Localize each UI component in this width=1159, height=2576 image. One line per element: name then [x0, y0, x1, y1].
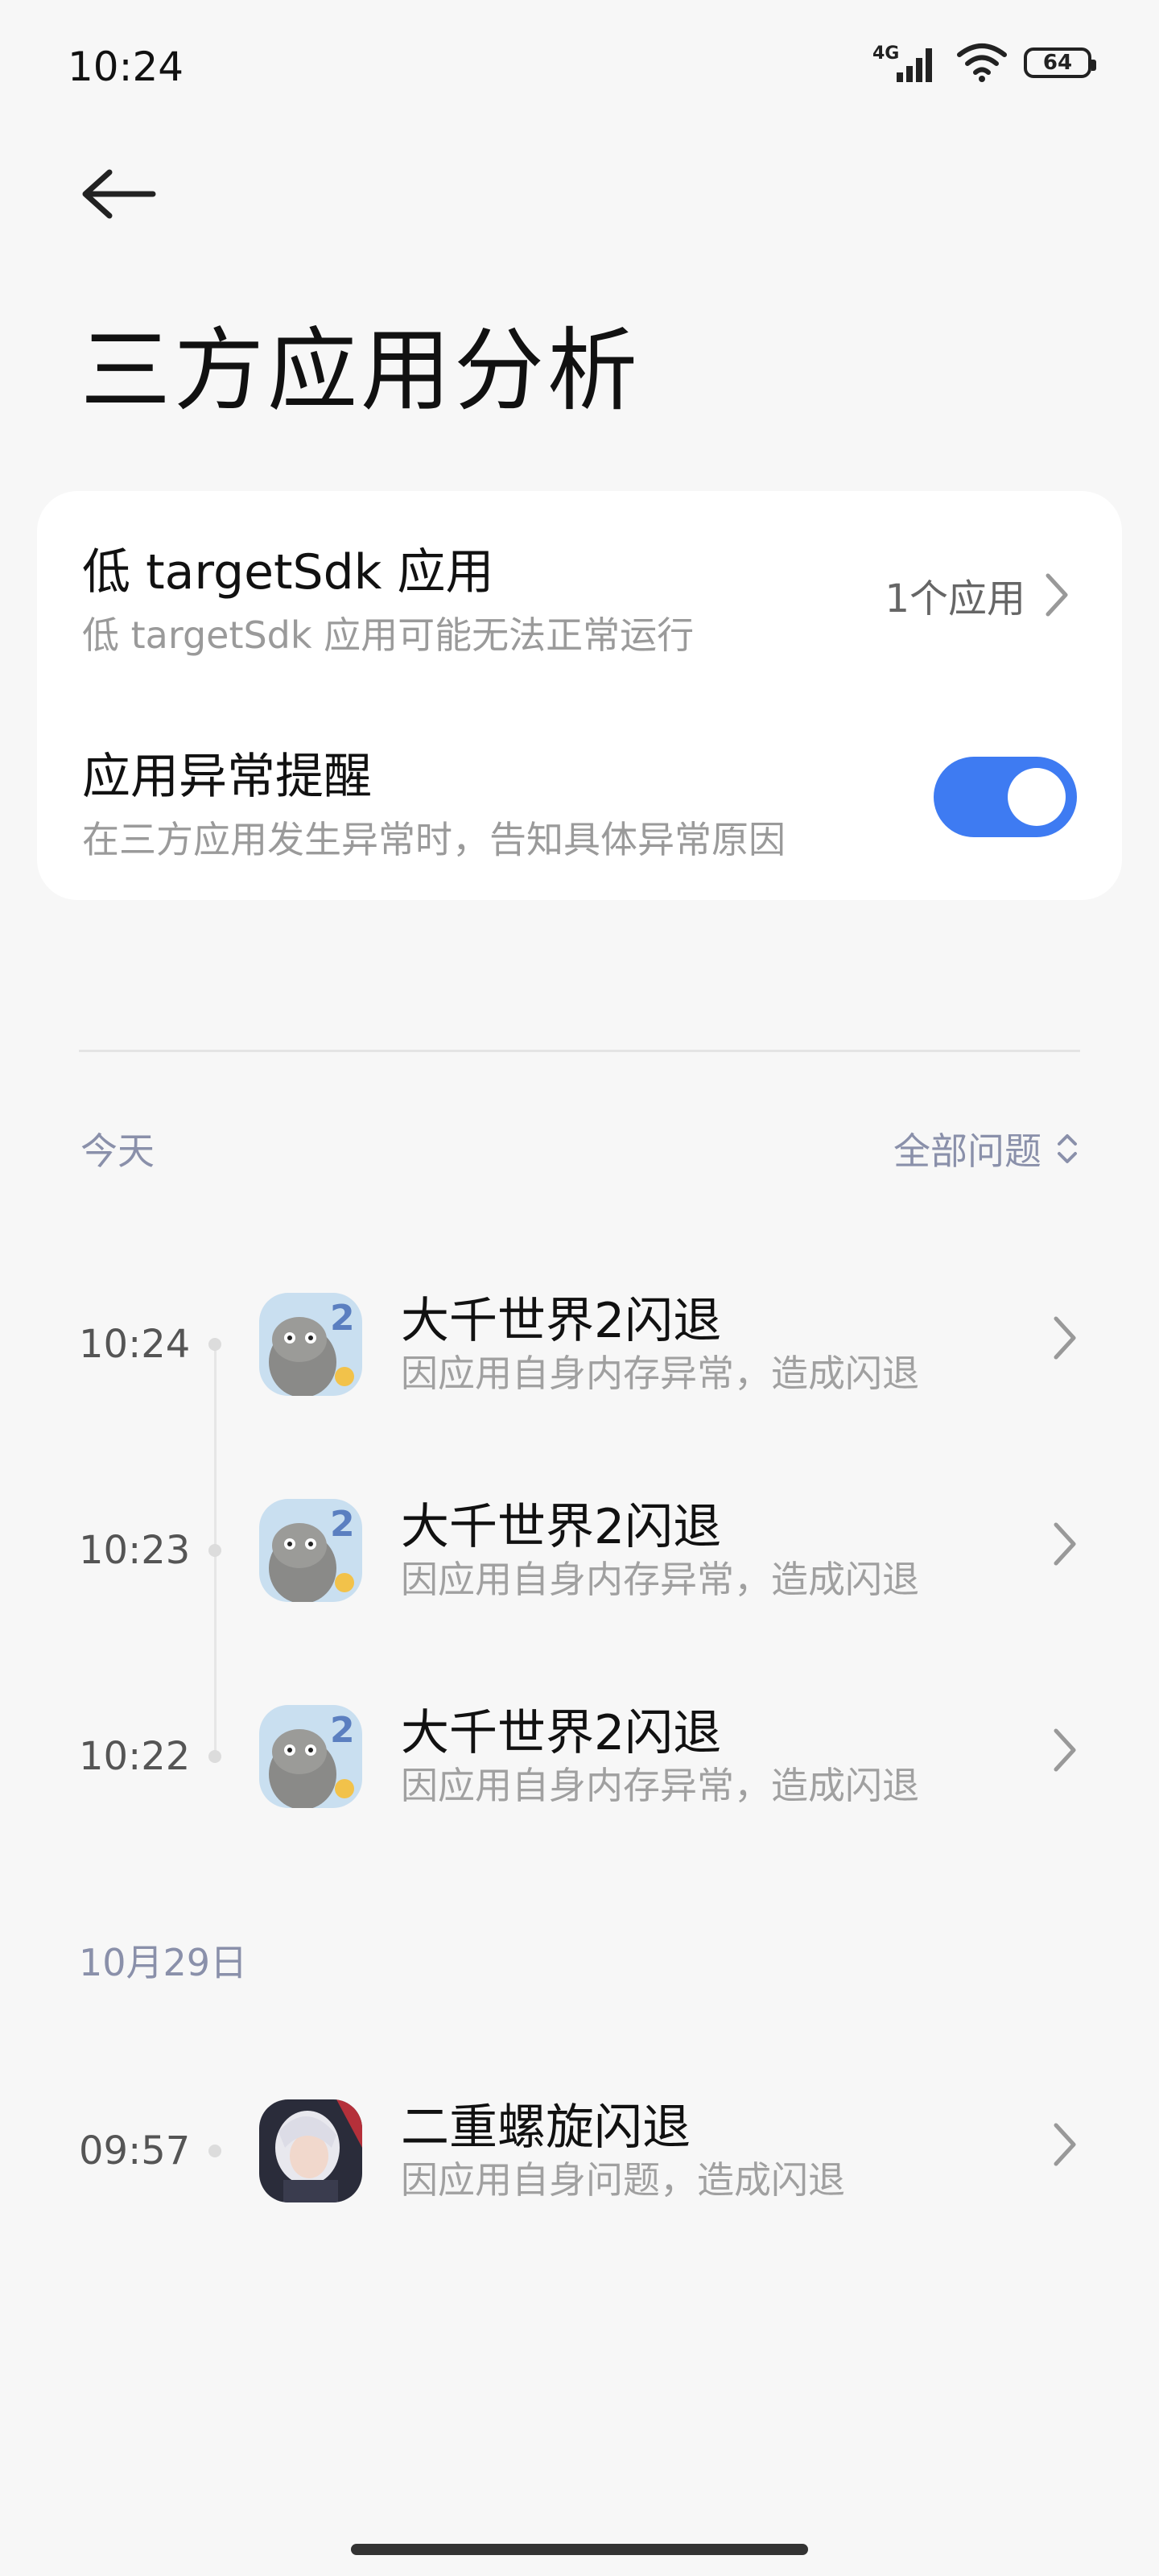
svg-text:2: 2: [330, 1504, 355, 1545]
crash-time: 10:22: [79, 1734, 191, 1779]
sort-updown-icon: [1058, 1134, 1077, 1163]
crash-item[interactable]: 10:22 2 大千世界2闪退 因应用自身内存异常，造成闪退: [0, 1705, 1159, 1808]
crash-title: 大千世界2闪退: [401, 1293, 722, 1349]
low-targetsdk-title: 低 targetSdk 应用: [82, 544, 494, 601]
cat-app-icon: 2: [259, 1293, 362, 1396]
section-date-today: 今天: [80, 1129, 155, 1173]
cellular-signal-icon: 4G: [872, 42, 940, 84]
toggle-knob: [1008, 768, 1066, 826]
back-button[interactable]: [80, 166, 161, 222]
crash-item[interactable]: 09:57 二重螺旋闪退 因应用自身问题，造成闪退: [0, 2099, 1159, 2202]
anomaly-reminder-subtitle: 在三方应用发生异常时，告知具体异常原因: [82, 818, 786, 861]
network-type: 4G: [872, 43, 900, 64]
anomaly-reminder-row: 应用异常提醒 在三方应用发生异常时，告知具体异常原因: [82, 737, 786, 864]
status-icons: 4G 64: [872, 42, 1096, 84]
crash-time: 10:23: [79, 1528, 191, 1573]
timeline-dot: [208, 1338, 221, 1351]
low-targetsdk-subtitle: 低 targetSdk 应用可能无法正常运行: [82, 613, 695, 657]
crash-subtitle: 因应用自身内存异常，造成闪退: [401, 1558, 919, 1601]
home-indicator[interactable]: [351, 2544, 808, 2555]
crash-item[interactable]: 10:23 2 大千世界2闪退 因应用自身内存异常，造成闪退: [0, 1499, 1159, 1602]
low-targetsdk-value[interactable]: 1个应用: [885, 567, 1069, 623]
anomaly-reminder-title: 应用异常提醒: [82, 749, 372, 805]
filter-dropdown[interactable]: 全部问题: [893, 1122, 1079, 1175]
crash-title: 大千世界2闪退: [401, 1705, 722, 1761]
crash-item[interactable]: 10:24 2 大千世界2闪退 因应用自身内存异常，造成闪退: [0, 1293, 1159, 1396]
chevron-right-icon: [1054, 1522, 1076, 1566]
page-title: 三方应用分析: [80, 319, 641, 423]
crash-time: 09:57: [79, 2128, 191, 2174]
timeline-dot: [208, 1544, 221, 1557]
battery-icon: 64: [1024, 47, 1096, 78]
crash-time: 10:24: [79, 1322, 191, 1367]
chevron-right-icon: [1046, 573, 1068, 617]
low-targetsdk-count: 1个应用: [885, 576, 1025, 621]
divider: [79, 1050, 1080, 1052]
battery-level: 64: [1042, 51, 1073, 75]
filter-label: 全部问题: [893, 1129, 1041, 1173]
crash-subtitle: 因应用自身内存异常，造成闪退: [401, 1352, 919, 1395]
anomaly-reminder-toggle[interactable]: [934, 757, 1077, 837]
chevron-right-icon: [1054, 2123, 1076, 2166]
crash-title: 大千世界2闪退: [401, 1499, 722, 1555]
chevron-right-icon: [1054, 1316, 1076, 1360]
chevron-right-icon: [1054, 1728, 1076, 1772]
svg-text:2: 2: [330, 1298, 355, 1339]
low-targetsdk-row[interactable]: 低 targetSdk 应用 低 targetSdk 应用可能无法正常运行: [82, 533, 694, 659]
wifi-icon: [957, 43, 1007, 82]
timeline-dot: [208, 2145, 221, 2157]
timeline-dot: [208, 1750, 221, 1763]
status-time: 10:24: [68, 43, 184, 90]
crash-title: 二重螺旋闪退: [401, 2099, 691, 2156]
cat-app-icon: 2: [259, 1499, 362, 1602]
crash-subtitle: 因应用自身问题，造成闪退: [401, 2158, 845, 2202]
anime-character-app-icon: [259, 2099, 362, 2202]
cat-app-icon: 2: [259, 1705, 362, 1808]
back-arrow-icon: [82, 169, 156, 219]
section-date-oct29: 10月29日: [79, 1941, 248, 1984]
svg-text:2: 2: [330, 1710, 355, 1751]
crash-subtitle: 因应用自身内存异常，造成闪退: [401, 1764, 919, 1807]
